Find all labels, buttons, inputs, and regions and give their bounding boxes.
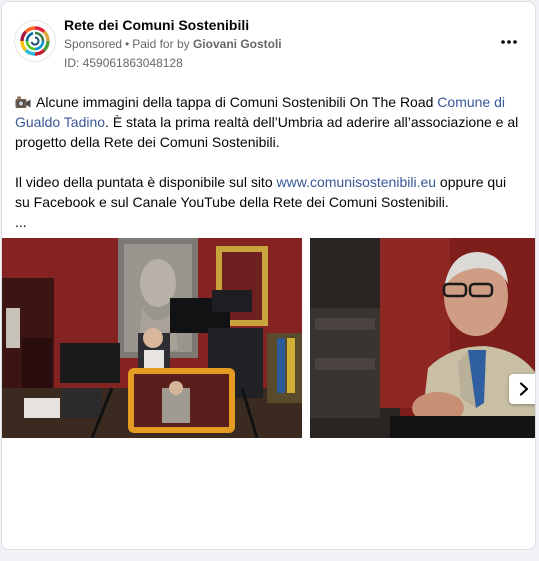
sponsored-label[interactable]: Sponsored (64, 37, 122, 51)
paragraph-2-text-start: Il video della puntata è disponibile sul… (15, 174, 277, 190)
paragraph-2: Il video della puntata è disponibile sul… (15, 172, 520, 212)
post-header: Rete dei Comuni Sostenibili Sponsored • Pa… (2, 2, 535, 82)
ad-id: ID: 459061863048128 (64, 56, 183, 70)
paragraph-1-text-start: Alcune immagini della tappa di Comuni So… (36, 94, 438, 110)
post-text: Alcune immagini della tappa di Comuni So… (15, 92, 520, 232)
video-camera-emoji-icon (15, 96, 31, 108)
carousel-next-button[interactable] (509, 374, 535, 404)
website-link[interactable]: www.comunisostenibili.eu (277, 174, 437, 190)
more-options-icon (501, 40, 517, 44)
see-more-ellipsis[interactable]: ... (15, 212, 520, 232)
page-name[interactable]: Rete dei Comuni Sostenibili (64, 17, 249, 33)
sdg-wheel-logo-icon (20, 26, 50, 56)
page-avatar[interactable] (14, 20, 56, 62)
interview-portrait-illustration (310, 238, 535, 438)
paid-for-by-name: Giovani Gostoli (192, 37, 282, 51)
paid-for-prefix: Paid for by (132, 37, 190, 51)
interview-portrait-photo[interactable] (310, 238, 535, 438)
sponsored-post-card: Rete dei Comuni Sostenibili Sponsored • Pa… (1, 1, 536, 550)
sponsored-line: Sponsored • Paid for by Giovani Gostoli (64, 37, 282, 51)
video-shoot-photo[interactable] (2, 238, 302, 438)
media-carousel (2, 238, 535, 438)
chevron-right-icon (519, 382, 529, 396)
video-shoot-illustration (2, 238, 302, 438)
paragraph-1: Alcune immagini della tappa di Comuni So… (15, 92, 520, 152)
more-options-button[interactable] (497, 30, 521, 54)
separator: • (125, 37, 130, 51)
